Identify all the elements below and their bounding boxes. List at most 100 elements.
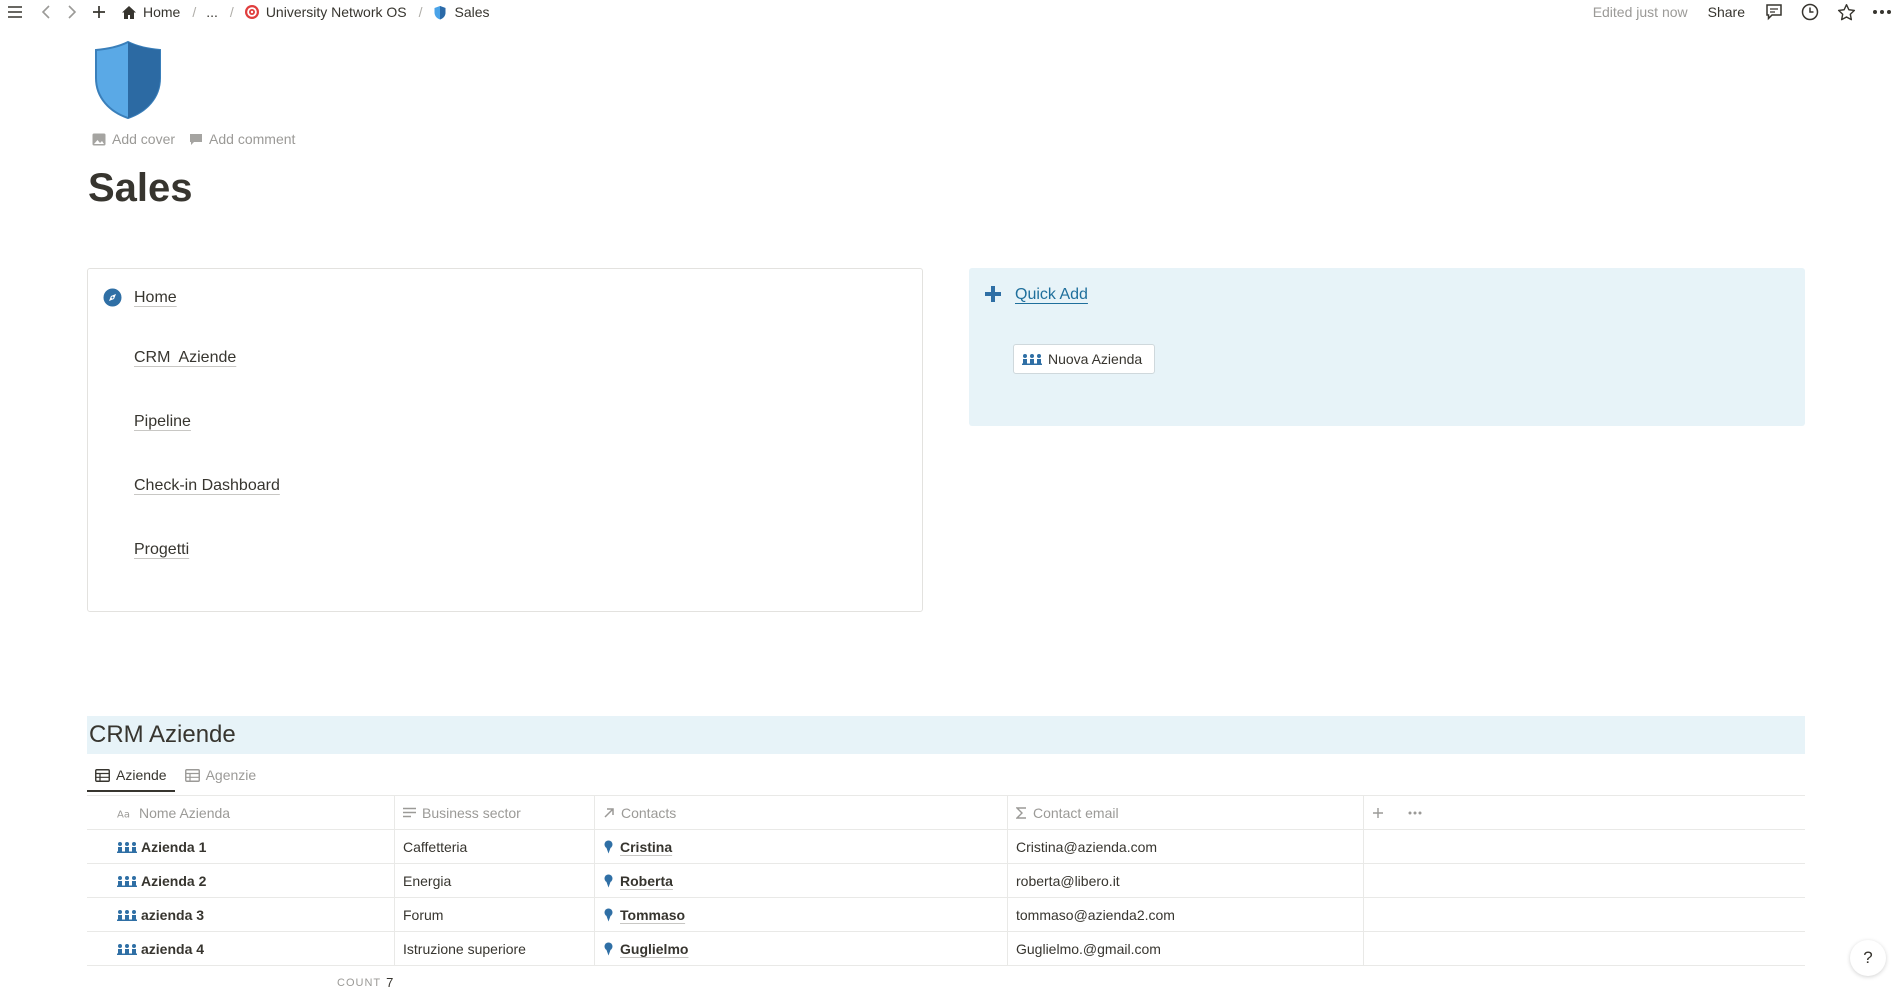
contact-name[interactable]: Cristina: [620, 839, 672, 855]
new-page-plus-icon[interactable]: [91, 5, 107, 19]
cell-business-sector[interactable]: Energia: [395, 864, 595, 897]
crm-aziende-table: Aa Nome Azienda Business sector Contacts…: [87, 795, 1805, 966]
column-label: Nome Azienda: [139, 804, 231, 821]
cell-nome-azienda[interactable]: Azienda 1: [87, 830, 395, 863]
nuova-azienda-label: Nuova Azienda: [1048, 351, 1143, 367]
more-options-icon[interactable]: [1871, 1, 1893, 23]
shield-icon: [434, 5, 446, 19]
back-arrow-icon[interactable]: [39, 5, 53, 19]
share-button[interactable]: Share: [1708, 4, 1745, 20]
breadcrumb-university-network-os[interactable]: University Network OS: [244, 4, 407, 20]
column-more-options-icon[interactable]: [1408, 811, 1428, 815]
breadcrumb-ellipsis[interactable]: ...: [206, 4, 218, 20]
table-row[interactable]: azienda 4 Istruzione superiore Guglielmo…: [87, 932, 1805, 966]
table-icon: [95, 768, 110, 782]
breadcrumb-label: University Network OS: [265, 4, 407, 20]
cell-contact-email[interactable]: tommaso@azienda2.com: [1008, 898, 1364, 931]
row-name: azienda 3: [141, 906, 205, 923]
star-icon[interactable]: [1835, 1, 1857, 23]
breadcrumb-label: ...: [206, 4, 218, 20]
column-header-contacts[interactable]: Contacts: [595, 796, 1008, 829]
cell-contact-email[interactable]: roberta@libero.it: [1008, 864, 1364, 897]
menu-icon[interactable]: [5, 5, 25, 19]
database-view-tabs: Aziende Agenzie: [87, 764, 266, 794]
cell-business-sector[interactable]: Forum: [395, 898, 595, 931]
people-icon: [117, 841, 137, 853]
column-header-business-sector[interactable]: Business sector: [395, 796, 595, 829]
comments-icon[interactable]: [1763, 1, 1785, 23]
column-label: Contact email: [1033, 804, 1119, 821]
nav-link-crm-aziende[interactable]: CRM Aziende: [134, 349, 236, 367]
cell-nome-azienda[interactable]: azienda 4: [87, 932, 395, 965]
column-label: Contacts: [621, 804, 677, 821]
database-header: CRM Aziende: [87, 716, 1805, 754]
database-title[interactable]: CRM Aziende: [89, 721, 236, 749]
row-name: Azienda 1: [141, 838, 207, 855]
column-header-contact-email[interactable]: Contact email: [1008, 796, 1364, 829]
cell-contacts[interactable]: Tommaso: [595, 898, 1008, 931]
cell-contact-email[interactable]: Guglielmo.@gmail.com: [1008, 932, 1364, 965]
contact-name[interactable]: Guglielmo: [620, 941, 688, 957]
edited-status: Edited just now: [1592, 4, 1688, 20]
quick-add-title[interactable]: Quick Add: [1015, 286, 1088, 304]
breadcrumb-home[interactable]: Home: [121, 4, 180, 20]
table-row[interactable]: azienda 3 Forum Tommaso tommaso@azienda2…: [87, 898, 1805, 932]
cell-contacts[interactable]: Guglielmo: [595, 932, 1008, 965]
nav-link-pipeline[interactable]: Pipeline: [134, 413, 191, 431]
clock-icon[interactable]: [1799, 1, 1821, 23]
page-shield-icon[interactable]: [92, 40, 164, 120]
tab-label: Aziende: [116, 767, 167, 783]
help-button[interactable]: ?: [1850, 940, 1886, 976]
add-comment-button[interactable]: Add comment: [189, 131, 295, 147]
cell-contact-email[interactable]: Cristina@azienda.com: [1008, 830, 1364, 863]
breadcrumb-sales[interactable]: Sales: [433, 4, 490, 20]
nav-link-check-in-dashboard[interactable]: Check-in Dashboard: [134, 477, 280, 495]
person-pin-icon: [604, 874, 613, 887]
add-comment-label: Add comment: [209, 131, 296, 147]
breadcrumb-separator: /: [229, 4, 234, 20]
cell-contacts[interactable]: Roberta: [595, 864, 1008, 897]
column-header-nome-azienda[interactable]: Aa Nome Azienda: [87, 796, 395, 829]
cell-nome-azienda[interactable]: Azienda 2: [87, 864, 395, 897]
svg-text:Aa: Aa: [117, 809, 130, 818]
nuova-azienda-button[interactable]: Nuova Azienda: [1013, 344, 1156, 374]
target-icon: [244, 5, 259, 19]
breadcrumb-label: Sales: [454, 4, 490, 20]
count-label: COUNT: [337, 976, 382, 989]
comment-icon: [190, 133, 203, 145]
image-icon: [92, 133, 106, 145]
nav-link-home[interactable]: Home: [134, 289, 177, 307]
add-cover-button[interactable]: Add cover: [92, 131, 175, 147]
table-count[interactable]: COUNT 7: [337, 975, 393, 990]
sigma-icon: [1016, 806, 1026, 819]
cell-contacts[interactable]: Cristina: [595, 830, 1008, 863]
aa-text-icon: Aa: [117, 809, 130, 818]
table-header-row: Aa Nome Azienda Business sector Contacts…: [87, 796, 1805, 830]
cell-nome-azienda[interactable]: azienda 3: [87, 898, 395, 931]
top-bar: Home / ... / University Network OS / Sal…: [0, 0, 1897, 24]
quick-add-box: Quick Add Nuova Azienda: [969, 268, 1805, 426]
cell-business-sector[interactable]: Caffetteria: [395, 830, 595, 863]
page-actions: Add cover Add comment: [92, 131, 309, 147]
nav-link-progetti[interactable]: Progetti: [134, 541, 189, 559]
page-title[interactable]: Sales: [88, 162, 193, 214]
breadcrumb-separator: /: [192, 4, 197, 20]
contact-name[interactable]: Roberta: [620, 873, 673, 889]
forward-arrow-icon[interactable]: [65, 5, 79, 19]
tab-aziende[interactable]: Aziende: [87, 764, 175, 792]
tab-agenzie[interactable]: Agenzie: [177, 764, 265, 790]
count-value: 7: [386, 975, 394, 990]
table-row[interactable]: Azienda 1 Caffetteria Cristina Cristina@…: [87, 830, 1805, 864]
table-row[interactable]: Azienda 2 Energia Roberta roberta@libero…: [87, 864, 1805, 898]
tab-label: Agenzie: [205, 767, 257, 783]
people-icon: [117, 909, 137, 921]
compass-icon: [103, 288, 122, 312]
cell-business-sector[interactable]: Istruzione superiore: [395, 932, 595, 965]
add-column-plus-icon[interactable]: [1372, 807, 1390, 819]
people-icon: [117, 875, 137, 887]
row-name: Azienda 2: [141, 872, 207, 889]
contact-name[interactable]: Tommaso: [620, 907, 685, 923]
people-icon: [1022, 354, 1042, 365]
navigation-box: Home CRM Aziende Pipeline Check-in Dashb…: [87, 268, 923, 612]
breadcrumb-label: Home: [143, 4, 181, 20]
